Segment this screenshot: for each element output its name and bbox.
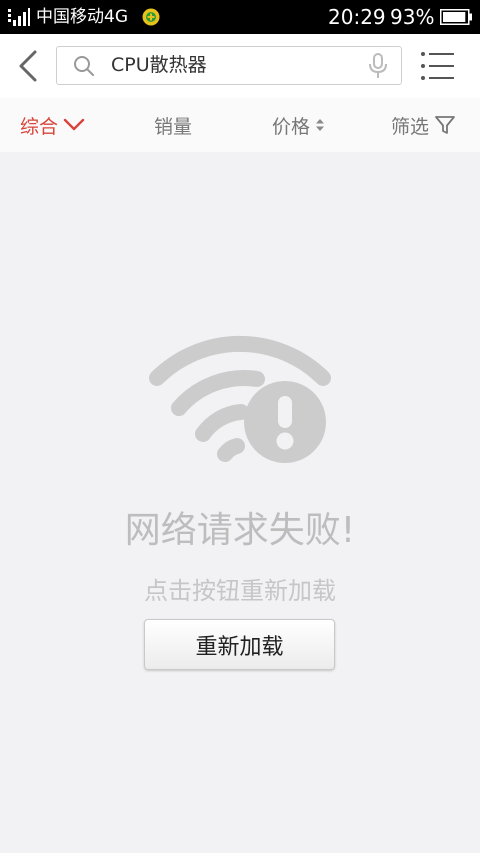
tab-label: 综合 — [20, 115, 59, 138]
tab-label: 价格 — [272, 115, 311, 138]
back-arrow-icon — [19, 50, 37, 82]
carrier-name: 中国移动4G — [36, 7, 128, 27]
filter-funnel-icon — [435, 116, 455, 134]
chevron-down-icon — [63, 118, 85, 131]
tab-filter[interactable]: 筛选 — [391, 98, 456, 152]
wifi-error-icon — [149, 335, 331, 463]
error-subtitle: 点击按钮重新加载 — [144, 577, 336, 605]
clock-time: 20:29 — [328, 5, 386, 29]
reload-button[interactable]: 重新加载 — [144, 619, 335, 670]
sort-updown-icon — [316, 119, 325, 131]
sort-tabs: 综合 销量 价格 筛选 — [0, 98, 480, 152]
signal-icon — [8, 8, 30, 26]
tab-label: 筛选 — [391, 115, 430, 138]
tab-label: 销量 — [154, 115, 193, 138]
back-button[interactable] — [8, 44, 48, 88]
battery-icon — [440, 9, 472, 25]
search-input[interactable] — [111, 47, 351, 84]
search-box[interactable] — [56, 46, 402, 85]
search-icon — [74, 56, 94, 76]
error-title: 网络请求失败! — [124, 510, 356, 551]
microphone-icon[interactable] — [367, 53, 389, 79]
tab-price[interactable]: 价格 — [272, 98, 325, 152]
search-header — [0, 34, 480, 98]
list-menu-icon — [421, 52, 454, 80]
tab-sales[interactable]: 销量 — [154, 98, 192, 152]
tab-comprehensive[interactable]: 综合 — [20, 98, 85, 152]
network-badge-icon — [142, 8, 160, 26]
menu-button[interactable] — [420, 50, 456, 82]
error-state: 网络请求失败! 点击按钮重新加载 重新加载 — [0, 152, 480, 853]
battery-percent: 93% — [390, 5, 435, 29]
status-bar: 中国移动4G 20:29 93% — [0, 0, 480, 34]
